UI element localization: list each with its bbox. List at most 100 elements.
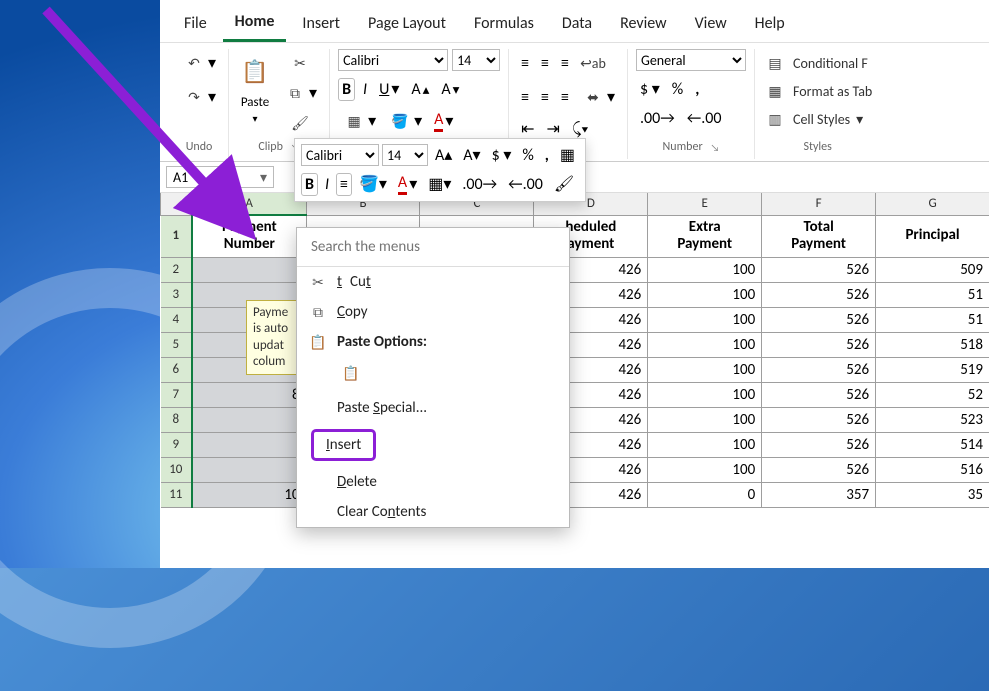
cell[interactable]: 100	[648, 357, 762, 382]
cell[interactable]	[192, 257, 306, 282]
decrease-font-button[interactable]: A▾	[437, 78, 463, 101]
ctx-insert[interactable]: Insert	[311, 429, 376, 461]
accounting-button[interactable]: $ ▾	[636, 77, 664, 101]
cell[interactable]: 10	[192, 482, 306, 507]
cell[interactable]	[192, 432, 306, 457]
align-left-button[interactable]: ≡	[517, 86, 533, 109]
mini-increase-font[interactable]: A▴	[431, 143, 456, 167]
cell[interactable]: Principal	[876, 215, 989, 257]
increase-font-button[interactable]: A▴	[407, 78, 433, 101]
ctx-copy[interactable]: ⧉Copy	[297, 297, 569, 327]
cell[interactable]: 100	[648, 457, 762, 482]
row-header[interactable]: 7	[161, 382, 193, 407]
cell[interactable]: 526	[762, 407, 876, 432]
merge-center-button[interactable]: ⬌▾	[577, 83, 619, 111]
column-header-G[interactable]: G	[876, 193, 989, 215]
underline-button[interactable]: U ▾	[375, 77, 403, 101]
comma-button[interactable]: ,	[691, 78, 703, 101]
cell[interactable]: 526	[762, 357, 876, 382]
cell[interactable]: 100	[648, 332, 762, 357]
menu-data[interactable]: Data	[550, 8, 604, 41]
mini-bold[interactable]: B	[301, 173, 318, 196]
number-format-combo[interactable]: General	[636, 49, 746, 71]
menu-insert[interactable]: Insert	[290, 8, 352, 41]
font-name-combo[interactable]: Calibri	[338, 49, 448, 71]
align-bottom-button[interactable]: ≡	[557, 52, 573, 75]
redo-button[interactable]: ↷▾	[178, 83, 220, 111]
cell[interactable]: 523	[876, 407, 989, 432]
increase-decimal-button[interactable]: .00→	[636, 107, 679, 130]
row-header[interactable]: 10	[161, 457, 193, 482]
mini-font-size[interactable]: 14	[382, 144, 428, 166]
row-header[interactable]: 5	[161, 332, 193, 357]
mini-comma[interactable]: ,	[541, 144, 553, 167]
menu-formulas[interactable]: Formulas	[462, 8, 546, 41]
cell[interactable]: 509	[876, 257, 989, 282]
cell[interactable]: 516	[876, 457, 989, 482]
cell[interactable]: 100	[648, 307, 762, 332]
format-as-table-button[interactable]: ▦Format as Tab	[763, 79, 872, 103]
decrease-decimal-button[interactable]: ←.00	[683, 107, 726, 130]
cell[interactable]: 51	[876, 307, 989, 332]
worksheet-grid[interactable]: A B C D E F G 1 PaymentNumber heduledaym…	[160, 193, 989, 568]
row-header[interactable]: 9	[161, 432, 193, 457]
font-size-combo[interactable]: 14	[452, 49, 500, 71]
cell[interactable]: 514	[876, 432, 989, 457]
ctx-clear-contents[interactable]: Clear Contents	[297, 497, 569, 527]
menu-help[interactable]: Help	[743, 8, 797, 41]
name-box[interactable]: A1 ▾	[166, 166, 274, 188]
cell[interactable]: TotalPayment	[762, 215, 876, 257]
cell[interactable]: 51	[876, 282, 989, 307]
cell[interactable]	[192, 457, 306, 482]
cut-button[interactable]: ✂	[284, 49, 316, 77]
menu-review[interactable]: Review	[608, 8, 679, 41]
cell[interactable]: 526	[762, 382, 876, 407]
row-header[interactable]: 3	[161, 282, 193, 307]
cell[interactable]: 519	[876, 357, 989, 382]
cell[interactable]: 357	[762, 482, 876, 507]
cell[interactable]: 526	[762, 332, 876, 357]
cell[interactable]: 52	[876, 382, 989, 407]
cell[interactable]: 526	[762, 282, 876, 307]
font-color-button[interactable]: A▾	[430, 108, 457, 134]
column-header-A[interactable]: A	[192, 193, 306, 215]
cell[interactable]	[192, 407, 306, 432]
cell[interactable]: 100	[648, 257, 762, 282]
mini-format-painter[interactable]: 🖌	[550, 172, 578, 196]
mini-italic[interactable]: I	[321, 173, 333, 196]
align-right-button[interactable]: ≡	[557, 86, 573, 109]
row-header[interactable]: 11	[161, 482, 193, 507]
mini-accounting[interactable]: $ ▾	[488, 143, 516, 167]
wrap-text-button[interactable]: ↩ab	[577, 49, 609, 77]
cell[interactable]: PaymentNumber	[192, 215, 306, 257]
column-header-E[interactable]: E	[648, 193, 762, 215]
menu-file[interactable]: File	[172, 8, 219, 41]
cell[interactable]: 35	[876, 482, 989, 507]
align-center-button[interactable]: ≡	[537, 86, 553, 109]
select-all-corner[interactable]	[161, 193, 193, 215]
align-middle-button[interactable]: ≡	[537, 52, 553, 75]
menu-page-layout[interactable]: Page Layout	[356, 8, 458, 41]
mini-fill-color[interactable]: 🪣▾	[355, 172, 391, 196]
mini-align-center[interactable]: ≡	[336, 173, 352, 196]
mini-border-dropdown[interactable]: ▦▾	[424, 172, 455, 196]
borders-button[interactable]: ▦▾	[338, 107, 380, 135]
cell[interactable]: 100	[648, 382, 762, 407]
ctx-paste-special[interactable]: Paste Special...	[297, 393, 569, 423]
mini-percent[interactable]: %	[518, 144, 537, 167]
column-header-F[interactable]: F	[762, 193, 876, 215]
italic-button[interactable]: I	[359, 78, 371, 101]
mini-font-color[interactable]: A▾	[394, 171, 421, 197]
paste-icon[interactable]: 📋	[237, 49, 273, 93]
row-header[interactable]: 4	[161, 307, 193, 332]
undo-button[interactable]: ↶▾	[178, 49, 220, 77]
cell[interactable]: 100	[648, 407, 762, 432]
format-painter-button[interactable]: 🖌	[284, 109, 316, 137]
cell[interactable]: 100	[648, 282, 762, 307]
mini-increase-decimal[interactable]: .00→	[458, 173, 501, 196]
cell[interactable]: 8	[192, 382, 306, 407]
fill-color-button[interactable]: 🪣▾	[384, 107, 426, 135]
mini-font-name[interactable]: Calibri	[301, 144, 379, 166]
mini-decrease-decimal[interactable]: ←.00	[504, 173, 547, 196]
menu-home[interactable]: Home	[223, 6, 287, 42]
